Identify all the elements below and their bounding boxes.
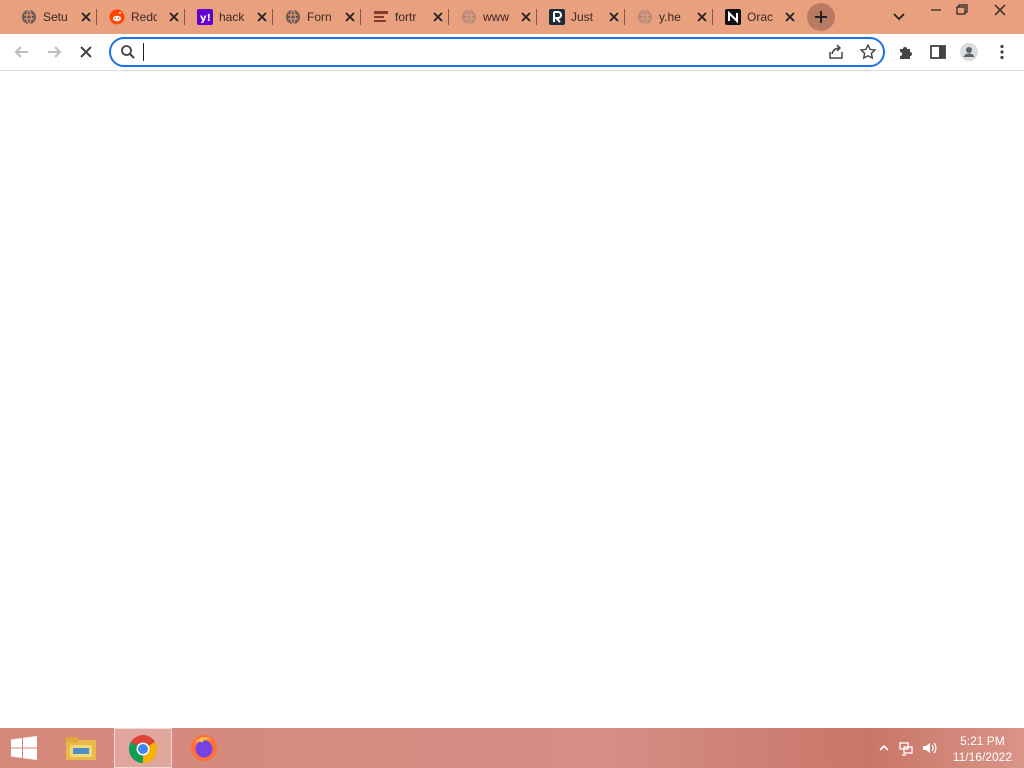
address-bar[interactable] [109, 37, 885, 67]
page-content [0, 71, 1024, 728]
tab-6[interactable]: www. [448, 0, 536, 34]
share-icon[interactable] [827, 43, 845, 61]
search-results-icon [374, 11, 388, 22]
close-icon[interactable] [342, 9, 358, 25]
volume-icon[interactable] [921, 740, 937, 756]
taskbar-file-explorer[interactable] [52, 728, 110, 768]
yahoo-icon: y! [197, 9, 213, 25]
tab-4[interactable]: Forn [272, 0, 360, 34]
globe-icon [462, 9, 476, 25]
chrome-icon [129, 735, 157, 763]
extensions-puzzle-icon[interactable] [896, 42, 916, 62]
new-tab-button[interactable] [807, 3, 835, 31]
close-icon[interactable] [782, 9, 798, 25]
search-icon [121, 45, 135, 59]
firefox-icon [191, 735, 217, 761]
tab-title: www. [483, 10, 509, 24]
taskbar-firefox[interactable] [176, 728, 234, 768]
close-icon[interactable] [166, 9, 182, 25]
file-explorer-icon [66, 737, 96, 760]
tab-title: Setu [43, 10, 68, 24]
tab-9[interactable]: Orac [712, 0, 800, 34]
tab-7[interactable]: Just [536, 0, 624, 34]
close-icon[interactable] [254, 9, 270, 25]
globe-icon [22, 9, 36, 25]
close-icon [994, 4, 1006, 16]
close-icon[interactable] [694, 9, 710, 25]
restore-icon [956, 4, 968, 15]
tab-strip: Setu Redd y! hack Forn fortr www. Just y… [0, 0, 1024, 34]
windows-logo-icon [11, 736, 37, 760]
tab-search-chevron-icon[interactable] [890, 9, 908, 25]
svg-text:y!: y! [200, 13, 211, 24]
back-arrow-icon[interactable] [12, 42, 32, 62]
tab-5[interactable]: fortr [360, 0, 448, 34]
browser-toolbar [0, 34, 1024, 71]
more-menu-icon[interactable] [992, 42, 1012, 62]
tab-3[interactable]: y! hack [184, 0, 272, 34]
forward-arrow-icon[interactable] [44, 42, 64, 62]
clock-time: 5:21 PM [960, 734, 1005, 748]
close-icon[interactable] [606, 9, 622, 25]
tab-title: Orac [747, 10, 773, 24]
close-icon[interactable] [430, 9, 446, 25]
globe-icon [286, 9, 300, 25]
side-panel-icon[interactable] [928, 42, 948, 62]
tab-8[interactable]: y.he [624, 0, 712, 34]
tab-title: y.he [659, 10, 681, 24]
tab-title: Just [571, 10, 594, 24]
start-button[interactable] [0, 728, 48, 768]
globe-icon [638, 9, 652, 25]
show-hidden-icons-chevron-icon[interactable] [876, 740, 892, 756]
system-clock[interactable]: 5:21 PM 11/16/2022 [953, 733, 1012, 765]
stop-loading-icon[interactable] [76, 42, 96, 62]
restore-button[interactable] [946, 0, 978, 22]
notion-icon [725, 9, 741, 25]
plus-icon [815, 11, 827, 23]
tab-2[interactable]: Redd [96, 0, 184, 34]
tab-1[interactable]: Setu [8, 0, 96, 34]
profile-avatar-icon[interactable] [959, 42, 979, 62]
close-icon[interactable] [78, 9, 94, 25]
tab-title: hack [219, 10, 245, 24]
taskbar-chrome[interactable] [114, 728, 172, 768]
windows-taskbar: 5:21 PM 11/16/2022 [0, 728, 1024, 768]
network-icon[interactable] [898, 740, 914, 756]
close-window-button[interactable] [984, 0, 1016, 22]
reddit-icon [109, 9, 125, 25]
r-logo-icon [549, 9, 565, 25]
tab-title: fortr [395, 10, 417, 24]
clock-date: 11/16/2022 [952, 750, 1012, 764]
tab-title: Forn [307, 10, 332, 24]
text-caret [143, 43, 144, 61]
tab-title: Redd [131, 10, 157, 24]
close-icon[interactable] [518, 9, 534, 25]
address-input[interactable] [141, 42, 801, 62]
bookmark-star-icon[interactable] [859, 43, 877, 61]
